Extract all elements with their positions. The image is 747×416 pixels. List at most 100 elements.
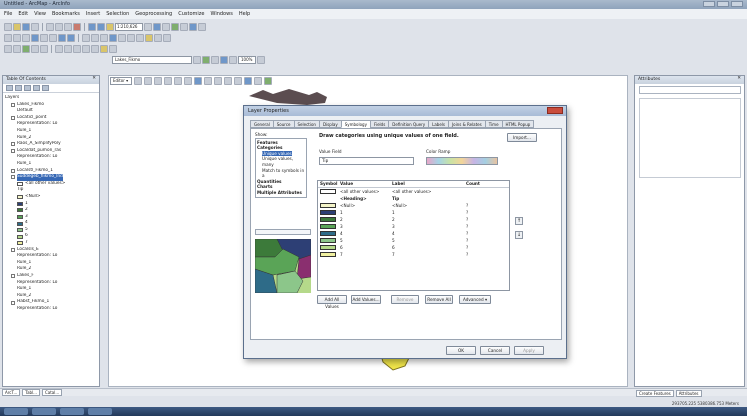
layer-tool-icon[interactable] <box>257 55 265 64</box>
list-by-selection-icon[interactable] <box>33 85 40 91</box>
label-cell[interactable]: 1 <box>392 210 466 215</box>
snapping-icon[interactable] <box>13 44 21 53</box>
reshape-icon[interactable] <box>204 77 212 85</box>
layer-tool-icon[interactable] <box>229 55 237 64</box>
toc-item[interactable]: Rule_2 <box>5 266 97 273</box>
georef-icon[interactable] <box>4 44 12 53</box>
symbol-cell[interactable] <box>318 244 340 251</box>
toc-item[interactable]: Habst_Fikmo_1 <box>5 299 97 306</box>
toc-item[interactable]: Layers <box>5 95 97 102</box>
maximize-button[interactable] <box>717 1 729 7</box>
symbol-swatch[interactable] <box>320 230 336 236</box>
layer-visibility-checkbox[interactable] <box>11 274 15 279</box>
tab-definition-query[interactable]: Definition Query <box>388 120 430 128</box>
symbol-swatch[interactable] <box>320 188 336 194</box>
list-by-drawing-order-icon[interactable] <box>6 85 13 91</box>
toc-item[interactable]: Localstl_Fikmo_1 <box>5 168 97 175</box>
column-header[interactable]: Count <box>466 181 506 187</box>
layer-tool-icon[interactable] <box>211 55 219 64</box>
create-features-icon[interactable] <box>264 77 272 85</box>
menu-item[interactable]: File <box>4 11 12 17</box>
show-option[interactable]: Unique values, many <box>257 156 305 167</box>
toc-item[interactable]: Rule_1 <box>5 286 97 293</box>
label-cell[interactable]: 6 <box>392 245 466 250</box>
remove-all-button[interactable]: Remove All <box>425 295 453 304</box>
toc-item[interactable]: Default <box>5 108 97 115</box>
time-slider-icon[interactable] <box>163 33 171 42</box>
open-icon[interactable] <box>13 22 21 31</box>
table-row[interactable]: 7 7? <box>318 251 509 258</box>
arctoolbox-icon[interactable] <box>180 22 188 31</box>
model-builder-icon[interactable] <box>198 22 206 31</box>
table-row[interactable]: <Heading> Tip <box>318 195 509 202</box>
taskbar-app[interactable] <box>88 408 112 415</box>
toc-options-icon[interactable] <box>42 85 49 91</box>
menu-item[interactable]: Customize <box>178 11 204 17</box>
measure-icon[interactable] <box>136 33 144 42</box>
fixed-zoom-in-icon[interactable] <box>40 33 48 42</box>
cancel-button[interactable]: Cancel <box>480 346 510 355</box>
tab-source[interactable]: Source <box>272 120 295 128</box>
toc-item[interactable]: Rule_1 <box>5 161 97 168</box>
menu-item[interactable]: Insert <box>86 11 100 17</box>
move-up-button[interactable]: ↑ <box>515 217 523 225</box>
add-values-button[interactable]: Add Values... <box>351 295 381 304</box>
symbol-swatch[interactable] <box>320 237 336 243</box>
table-row[interactable]: 1 1? <box>318 209 509 216</box>
toc-item[interactable]: Localsls_E <box>5 247 97 254</box>
table-row[interactable]: 4 4? <box>318 230 509 237</box>
edit-vertices-icon[interactable] <box>194 77 202 85</box>
edit-annotation-icon[interactable] <box>144 77 152 85</box>
window-tab[interactable]: Catal... <box>41 389 63 396</box>
draw-icon[interactable] <box>31 44 39 53</box>
paste-icon[interactable] <box>64 22 72 31</box>
tab-time[interactable]: Time <box>484 120 503 128</box>
layer-dropdown[interactable]: Lakes_Fikmo <box>112 55 192 64</box>
labeling-icon[interactable] <box>82 44 90 53</box>
label-cell[interactable]: 2 <box>392 217 466 222</box>
layer-visibility-checkbox[interactable] <box>11 142 15 147</box>
pan-icon[interactable] <box>22 33 30 42</box>
toc-item[interactable]: Suddegeb_flikmo_lnd <box>5 174 97 181</box>
toc-item[interactable]: 7 <box>5 240 97 247</box>
toc-item[interactable]: Rule_1 <box>5 260 97 267</box>
remove-button[interactable]: Remove <box>391 295 419 304</box>
editor-menu[interactable]: Editor ▾ <box>110 77 132 85</box>
toc-item[interactable]: Locaticl_point <box>5 115 97 122</box>
hyperlink-icon[interactable] <box>118 33 126 42</box>
symbol-cell[interactable] <box>318 251 340 258</box>
select-elements-icon[interactable] <box>100 33 108 42</box>
zoom-in-icon[interactable] <box>4 33 12 42</box>
add-all-values-button[interactable]: Add All Values <box>317 295 347 309</box>
toc-item[interactable]: 6 <box>5 233 97 240</box>
symbol-cell[interactable] <box>318 209 340 216</box>
apply-button[interactable]: Apply <box>514 346 544 355</box>
toc-item[interactable]: Rule_2 <box>5 135 97 142</box>
end-point-icon[interactable] <box>164 77 172 85</box>
network-icon[interactable] <box>64 44 72 53</box>
catalog-window-icon[interactable] <box>162 22 170 31</box>
effects-icon[interactable] <box>91 44 99 53</box>
tab-labels[interactable]: Labels <box>428 120 449 128</box>
toc-item[interactable]: <all other values> <box>5 181 97 188</box>
layer-visibility-checkbox[interactable] <box>11 247 15 252</box>
toc-item[interactable]: Representation: Lo <box>5 154 97 161</box>
label-cell[interactable]: 7 <box>392 252 466 257</box>
table-row[interactable]: 3 3? <box>318 223 509 230</box>
ok-button[interactable]: OK <box>446 346 476 355</box>
text-icon[interactable] <box>40 44 48 53</box>
toc-item[interactable]: Representation: Lo <box>5 253 97 260</box>
identify-icon[interactable] <box>109 33 117 42</box>
tab-general[interactable]: General <box>250 120 274 128</box>
close-window-button[interactable] <box>731 1 743 7</box>
symbol-swatch[interactable] <box>320 251 336 257</box>
value-field-select[interactable]: Tip <box>319 157 414 165</box>
start-button[interactable] <box>4 408 28 415</box>
new-icon[interactable] <box>4 22 12 31</box>
symbol-swatch[interactable] <box>320 216 336 222</box>
preview-slider[interactable] <box>255 229 311 235</box>
attributes-toolbar[interactable] <box>639 86 741 94</box>
menu-item[interactable]: Edit <box>18 11 28 17</box>
symbol-swatch[interactable] <box>320 244 336 250</box>
color-ramp-select[interactable] <box>426 157 498 165</box>
